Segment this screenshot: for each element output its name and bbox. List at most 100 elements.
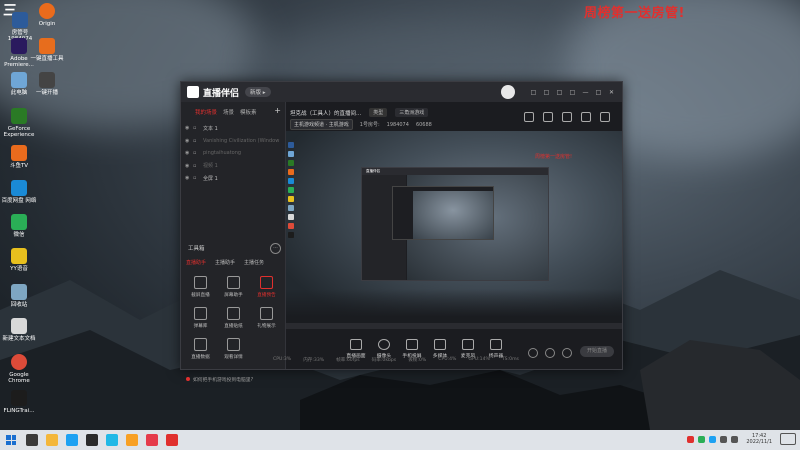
eye-icon[interactable]: ◉ xyxy=(185,175,193,181)
phone-icon xyxy=(406,339,418,350)
file-explorer-icon[interactable] xyxy=(46,434,58,446)
help-hint-link[interactable]: 如何把手机游戏投到电脑里? xyxy=(186,376,253,383)
more-tools-button[interactable]: ··· xyxy=(270,243,281,254)
tool-item[interactable]: 直播数据 xyxy=(184,338,217,360)
tab-live-assistant[interactable]: 直播助手 xyxy=(186,259,206,266)
tool-item[interactable]: 截屏直播 xyxy=(184,276,217,298)
netease-music-icon[interactable] xyxy=(146,434,158,446)
scene-item[interactable]: ◉ ▫ pingtaihuatong xyxy=(185,147,285,160)
version-badge[interactable]: 新版 ▸ xyxy=(245,87,271,97)
phone-cast-button[interactable]: 手机投屏 xyxy=(398,339,426,359)
tool-tabs: 直播助手 主播助手 主播任务 xyxy=(186,259,264,266)
douyu-taskbar-icon[interactable] xyxy=(126,434,138,446)
lock-icon[interactable]: ▫ xyxy=(193,175,203,181)
menu-icon[interactable]: □ xyxy=(568,88,577,97)
record-icon[interactable] xyxy=(528,348,538,358)
tab-templates[interactable]: 模板素 xyxy=(240,108,257,116)
geforce-icon xyxy=(11,108,27,124)
tab-my-scenes[interactable]: 我的场景 xyxy=(195,108,217,116)
eye-icon[interactable]: ◉ xyxy=(185,138,193,144)
tab-streamer-tasks[interactable]: 主播任务 xyxy=(244,259,264,266)
gift-box-icon[interactable] xyxy=(524,112,534,122)
game-category-select[interactable]: 三角洲游戏 xyxy=(395,108,429,117)
microphone-button[interactable]: 麦克风 xyxy=(454,339,482,359)
settings-icon[interactable]: □ xyxy=(555,88,564,97)
desktop-icon-label: 微信 xyxy=(13,232,25,238)
tool-item[interactable]: 直播预告 xyxy=(250,276,283,298)
tray-icon[interactable] xyxy=(709,435,717,443)
tool-item[interactable]: 弹幕库 xyxy=(184,307,217,329)
screen-icon[interactable] xyxy=(562,112,572,122)
desktop-icon[interactable]: Origin xyxy=(28,3,66,27)
lock-icon[interactable]: ▫ xyxy=(193,163,203,169)
tool-item[interactable]: 礼物展示 xyxy=(250,307,283,329)
start-button[interactable] xyxy=(6,435,16,445)
lock-icon[interactable] xyxy=(543,112,553,122)
eye-icon[interactable]: ◉ xyxy=(185,150,193,156)
desktop-icon-label: 回收站 xyxy=(10,302,28,308)
fling-trainer-icon xyxy=(11,390,27,406)
desktop-icon[interactable]: 一键开播 xyxy=(28,72,66,96)
media-button[interactable]: 多媒体 xyxy=(426,339,454,359)
desktop-icon[interactable]: GeForce Experience xyxy=(0,108,38,138)
tool-item[interactable]: 观看详情 xyxy=(217,338,250,360)
tool-item[interactable]: 屏幕助手 xyxy=(217,276,250,298)
network-icon[interactable] xyxy=(720,435,728,443)
desktop-icon[interactable]: FLiNGTrai... xyxy=(0,390,38,414)
main-toolbar xyxy=(524,112,610,122)
desktop-icon[interactable]: YY语音 xyxy=(0,248,38,272)
eye-icon[interactable]: ◉ xyxy=(185,125,193,131)
bell-icon[interactable] xyxy=(581,112,591,122)
live-companion-taskbar-icon[interactable] xyxy=(166,434,178,446)
add-scene-button[interactable]: + xyxy=(274,107,281,116)
maximize-button[interactable]: □ xyxy=(594,88,603,97)
scene-item[interactable]: ◉ ▫ 文本 1 xyxy=(185,122,285,135)
desktop-icon[interactable]: 百度网盘 网络 xyxy=(0,180,38,204)
assistant-icon xyxy=(227,276,240,289)
screen-capture-button[interactable]: 直播画面 xyxy=(342,339,370,359)
tool-item[interactable]: 直播贴纸 xyxy=(217,307,250,329)
stream-preview[interactable]: 周榜第一送房管! 直播伴侣 xyxy=(286,131,622,329)
scene-item[interactable]: ◉ ▫ 视频 1 xyxy=(185,160,285,173)
desktop-icon[interactable]: 微信 xyxy=(0,214,38,238)
scene-item[interactable]: ◉ ▫ 全屏 1 xyxy=(185,172,285,185)
settings-icon[interactable] xyxy=(562,348,572,358)
chart-icon xyxy=(194,338,207,351)
speaker-button[interactable]: 扬声器 xyxy=(482,339,510,359)
eye-icon[interactable]: ◉ xyxy=(185,163,193,169)
room-title[interactable]: 坦克战（工具人）的直播间... xyxy=(290,109,361,117)
lock-icon[interactable]: ▫ xyxy=(193,138,203,144)
task-view-icon[interactable] xyxy=(26,434,38,446)
channel-badge[interactable]: 主机游戏频道 · 主机游戏 xyxy=(290,119,353,130)
user-avatar[interactable] xyxy=(501,85,515,99)
tab-scenes[interactable]: 场景 xyxy=(223,108,234,116)
wechat-tray-icon[interactable] xyxy=(698,435,706,443)
lock-icon[interactable]: ▫ xyxy=(193,125,203,131)
desktop-icon[interactable]: 一键直播工具 xyxy=(28,38,66,62)
notification-icon[interactable] xyxy=(780,433,796,445)
skin-icon[interactable]: □ xyxy=(542,88,551,97)
share-icon[interactable] xyxy=(600,112,610,122)
camera-button[interactable]: 摄像头 xyxy=(370,339,398,359)
volume-icon[interactable] xyxy=(731,435,739,443)
desktop-icon-label: YY语音 xyxy=(10,266,28,272)
timer-icon[interactable] xyxy=(545,348,555,358)
start-live-button[interactable]: 开始直播 xyxy=(580,346,614,357)
steam-icon[interactable] xyxy=(66,434,78,446)
scene-item[interactable]: ◉ ▫ Vanishing Civilization (Window xyxy=(185,135,285,148)
obs-icon[interactable] xyxy=(86,434,98,446)
desktop-icon[interactable]: 新建文本文档 xyxy=(0,318,38,342)
nested-app-name: 直播伴侣 xyxy=(362,168,548,175)
message-icon[interactable]: □ xyxy=(529,88,538,97)
tab-streamer-assistant[interactable]: 主播助手 xyxy=(215,259,235,266)
desktop-icon[interactable]: 回收站 xyxy=(0,284,38,308)
close-button[interactable]: ✕ xyxy=(607,88,616,97)
clock[interactable]: 17:42 2022/11/1 xyxy=(746,433,772,445)
app-logo: 直播伴侣 xyxy=(187,86,239,99)
desktop-icon[interactable]: Google Chrome xyxy=(0,354,38,384)
desktop-icon[interactable]: 斗鱼TV xyxy=(0,145,38,169)
lock-icon[interactable]: ▫ xyxy=(193,150,203,156)
app-icon[interactable] xyxy=(106,434,118,446)
minimize-button[interactable]: — xyxy=(581,88,590,97)
tray-icon[interactable] xyxy=(687,435,695,443)
